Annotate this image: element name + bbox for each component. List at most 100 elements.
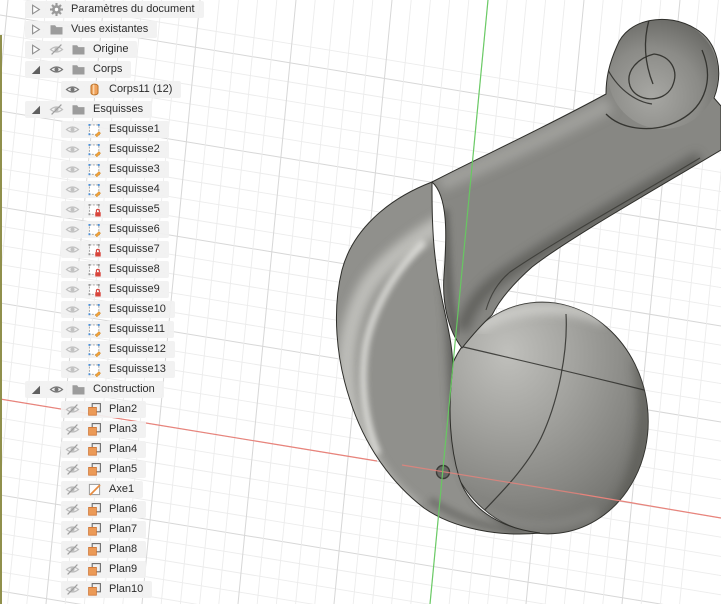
canvas-left-edge-strip — [0, 35, 2, 604]
tree-item-esquisse4[interactable]: Esquisse4 — [61, 181, 169, 198]
tree-item-label: Esquisse7 — [109, 243, 160, 255]
tree-item-plan4[interactable]: Plan4 — [61, 441, 147, 458]
visibility-eye-icon-faded[interactable] — [65, 162, 80, 177]
folder-icon — [49, 22, 64, 37]
tree-item-esquisse11[interactable]: Esquisse11 — [61, 321, 175, 338]
sketch-lock-icon — [87, 242, 102, 257]
visibility-eye-icon-hidden[interactable] — [65, 542, 80, 557]
tree-item-label: Plan6 — [109, 503, 138, 515]
tree-item-plan6[interactable]: Plan6 — [61, 501, 147, 518]
tree-item-esquisse7[interactable]: Esquisse7 — [61, 241, 169, 258]
folder-icon — [71, 62, 86, 77]
axis-icon — [87, 482, 102, 497]
tree-item-plan9[interactable]: Plan9 — [61, 561, 147, 578]
tree-item-plan2[interactable]: Plan2 — [61, 401, 147, 418]
visibility-eye-icon-hidden[interactable] — [65, 522, 80, 537]
collapse-arrow-icon[interactable] — [29, 382, 42, 397]
application-window: Paramètres du document Vues existantes Ori… — [0, 0, 721, 604]
visibility-eye-icon-faded[interactable] — [65, 262, 80, 277]
tree-item-label: Esquisse10 — [109, 303, 166, 315]
visibility-eye-icon-hidden[interactable] — [49, 42, 64, 57]
tree-item-label: Esquisse12 — [109, 343, 166, 355]
tree-item-label: Esquisse3 — [109, 163, 160, 175]
tree-item-plan8[interactable]: Plan8 — [61, 541, 147, 558]
tree-item-label: Esquisses — [93, 103, 144, 115]
model-swirl-body[interactable] — [335, 18, 721, 546]
folder-icon — [71, 102, 86, 117]
visibility-eye-icon-hidden[interactable] — [65, 462, 80, 477]
expand-arrow-icon[interactable] — [29, 42, 42, 57]
tree-item-plan5[interactable]: Plan5 — [61, 461, 147, 478]
visibility-eye-icon-faded[interactable] — [65, 282, 80, 297]
tree-item-esquisse10[interactable]: Esquisse10 — [61, 301, 175, 318]
sketch-icon — [87, 362, 102, 377]
visibility-eye-icon-hidden[interactable] — [65, 402, 80, 417]
tree-item-plan3[interactable]: Plan3 — [61, 421, 147, 438]
tree-item-label: Plan2 — [109, 403, 138, 415]
tree-item-esquisse13[interactable]: Esquisse13 — [61, 361, 175, 378]
sketch-lock-icon — [87, 202, 102, 217]
expand-arrow-icon[interactable] — [29, 2, 42, 17]
gear-icon — [49, 2, 64, 17]
visibility-eye-icon-hidden[interactable] — [49, 102, 64, 117]
collapse-arrow-icon[interactable] — [29, 102, 42, 117]
tree-item-corps[interactable]: Corps — [25, 61, 132, 78]
tree-item-esquisse9[interactable]: Esquisse9 — [61, 281, 169, 298]
collapse-arrow-icon[interactable] — [29, 62, 42, 77]
plane-icon — [87, 442, 102, 457]
sketch-lock-icon — [87, 282, 102, 297]
tree-item-label: Esquisse1 — [109, 123, 160, 135]
visibility-eye-icon-hidden[interactable] — [65, 422, 80, 437]
tree-item-label: Construction — [93, 383, 155, 395]
tree-item-construction[interactable]: Construction — [25, 381, 164, 398]
visibility-eye-icon-hidden[interactable] — [65, 482, 80, 497]
sketch-icon — [87, 182, 102, 197]
tree-item-esquisse1[interactable]: Esquisse1 — [61, 121, 169, 138]
expand-arrow-icon[interactable] — [29, 22, 42, 37]
tree-item-esquisse5[interactable]: Esquisse5 — [61, 201, 169, 218]
visibility-eye-icon-visible[interactable] — [49, 382, 64, 397]
tree-item-esquisse2[interactable]: Esquisse2 — [61, 141, 169, 158]
plane-icon — [87, 582, 102, 597]
tree-item-esquisse3[interactable]: Esquisse3 — [61, 161, 169, 178]
tree-item-label: Plan4 — [109, 443, 138, 455]
sketch-icon — [87, 342, 102, 357]
tree-item-vues-existantes[interactable]: Vues existantes — [25, 21, 158, 38]
tree-item-param-tres-du-document[interactable]: Paramètres du document — [25, 1, 204, 18]
tree-item-plan7[interactable]: Plan7 — [61, 521, 147, 538]
tree-item-label: Plan7 — [109, 523, 138, 535]
tree-item-label: Corps — [93, 63, 123, 75]
tree-item-label: Esquisse11 — [109, 323, 166, 335]
tree-item-label: Esquisse6 — [109, 223, 160, 235]
tree-item-plan10[interactable]: Plan10 — [61, 581, 153, 598]
visibility-eye-icon-faded[interactable] — [65, 342, 80, 357]
visibility-eye-icon-hidden[interactable] — [65, 442, 80, 457]
plane-icon — [87, 522, 102, 537]
visibility-eye-icon-faded[interactable] — [65, 202, 80, 217]
visibility-eye-icon-hidden[interactable] — [65, 582, 80, 597]
visibility-eye-icon-hidden[interactable] — [65, 562, 80, 577]
tree-item-axe1[interactable]: Axe1 — [61, 481, 144, 498]
plane-icon — [87, 402, 102, 417]
tree-item-esquisses[interactable]: Esquisses — [25, 101, 153, 118]
visibility-eye-icon-visible[interactable] — [49, 62, 64, 77]
tree-item-esquisse12[interactable]: Esquisse12 — [61, 341, 175, 358]
tree-item-label: Axe1 — [109, 483, 135, 495]
tree-item-esquisse6[interactable]: Esquisse6 — [61, 221, 169, 238]
tree-item-corps11-12[interactable]: Corps11 (12) — [61, 81, 182, 98]
visibility-eye-icon-faded[interactable] — [65, 322, 80, 337]
visibility-eye-icon-faded[interactable] — [65, 362, 80, 377]
visibility-eye-icon-faded[interactable] — [65, 142, 80, 157]
visibility-eye-icon-faded[interactable] — [65, 182, 80, 197]
visibility-eye-icon-faded[interactable] — [65, 122, 80, 137]
visibility-eye-icon-faded[interactable] — [65, 222, 80, 237]
sketch-icon — [87, 122, 102, 137]
tree-item-origine[interactable]: Origine — [25, 41, 138, 58]
tree-item-label: Esquisse8 — [109, 263, 160, 275]
visibility-eye-icon-faded[interactable] — [65, 302, 80, 317]
visibility-eye-icon-faded[interactable] — [65, 242, 80, 257]
tree-item-label: Origine — [93, 43, 129, 55]
visibility-eye-icon-hidden[interactable] — [65, 502, 80, 517]
tree-item-esquisse8[interactable]: Esquisse8 — [61, 261, 169, 278]
visibility-eye-icon-visible[interactable] — [65, 82, 80, 97]
